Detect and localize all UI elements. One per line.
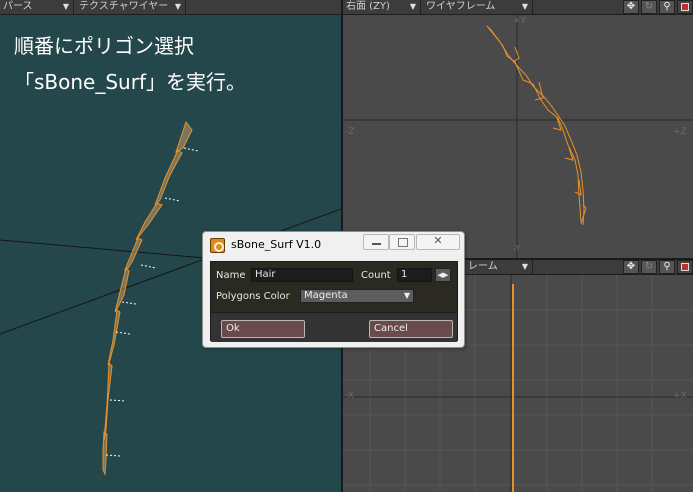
hair-wireframe <box>486 25 587 226</box>
viewport-icon-group: ✥ ↻ ⚲ <box>621 0 693 14</box>
close-button[interactable]: ✕ <box>416 234 460 250</box>
view-mode-label: 右面 (ZY) <box>346 1 390 12</box>
name-label: Name <box>216 270 246 281</box>
hair-strip-mesh <box>102 120 193 476</box>
view-mode-dropdown[interactable]: パース ▼ <box>0 0 74 14</box>
chevron-down-icon: ▼ <box>521 2 528 11</box>
chevron-down-icon: ▼ <box>409 2 416 11</box>
hair-polygon <box>107 309 121 366</box>
count-input[interactable]: 1 <box>397 268 432 282</box>
maximize-view-icon[interactable] <box>677 260 693 274</box>
hair-polygon <box>154 149 183 206</box>
viewport-toolbar: 右面 (ZY) ▼ ワイヤフレーム ▼ ✥ ↻ ⚲ <box>343 0 693 15</box>
polygons-color-select[interactable]: Magenta ▼ <box>300 289 414 303</box>
hair-polygon <box>123 237 143 272</box>
polygons-color-value: Magenta <box>304 290 348 301</box>
view-mode-dropdown[interactable]: 右面 (ZY) ▼ <box>343 0 421 14</box>
hair-polygon <box>114 267 130 313</box>
maximize-button[interactable] <box>389 234 415 250</box>
count-label: Count <box>361 270 391 281</box>
instruction-caption-line2: 「sBone_Surf」を実行。 <box>14 70 246 94</box>
view-mode-label: パース <box>3 1 33 12</box>
chevron-down-icon: ▼ <box>174 2 181 11</box>
dialog-titlebar[interactable]: sBone_Surf V1.0 ✕ <box>203 232 464 256</box>
cancel-button[interactable]: Cancel <box>369 320 453 338</box>
zoom-view-icon[interactable]: ⚲ <box>659 0 675 14</box>
right-ortho-viewport[interactable]: +Y -Z +Z -Y 右面 (ZY) ▼ ワイヤフレーム ▼ ✥ ↻ ⚲ <box>343 0 693 258</box>
count-stepper-icon[interactable]: ◀▶ <box>435 268 451 282</box>
viewport-toolbar: パース ▼ テクスチャワイヤー ▼ <box>0 0 341 15</box>
sbone-surf-dialog: sBone_Surf V1.0 ✕ Name Hair Count 1 ◀▶ P… <box>202 231 465 348</box>
chevron-down-icon: ▼ <box>521 262 528 271</box>
hair-polygon <box>135 202 163 241</box>
axis-label-right: +X <box>673 391 687 401</box>
right-ortho-canvas[interactable] <box>343 0 693 258</box>
instruction-caption-line1: 順番にポリゴン選択 <box>14 34 194 58</box>
dialog-button-row: Ok Cancel <box>211 312 457 342</box>
shading-mode-label: テクスチャワイヤー <box>79 1 169 12</box>
ok-button[interactable]: Ok <box>221 320 305 338</box>
maximize-view-icon[interactable] <box>677 0 693 14</box>
axis-label-top: +Y <box>513 16 527 26</box>
chevron-down-icon: ▼ <box>403 291 410 300</box>
viewport-icon-group: ✥ ↻ ⚲ <box>621 260 693 274</box>
chevron-down-icon: ▼ <box>62 2 69 11</box>
dialog-title: sBone_Surf V1.0 <box>231 238 322 251</box>
hair-polygon <box>102 431 108 476</box>
move-view-icon[interactable]: ✥ <box>623 0 639 14</box>
move-view-icon[interactable]: ✥ <box>623 260 639 274</box>
plugin-app-icon <box>210 238 225 253</box>
hair-polygon <box>175 120 193 154</box>
shading-mode-dropdown[interactable]: テクスチャワイヤー ▼ <box>76 0 186 14</box>
zoom-view-icon[interactable]: ⚲ <box>659 260 675 274</box>
minimize-button[interactable] <box>363 234 389 250</box>
dialog-body: Name Hair Count 1 ◀▶ Polygons Color Mage… <box>210 261 458 342</box>
shading-mode-label: ワイヤフレーム <box>426 1 496 12</box>
hair-polygon <box>103 361 113 441</box>
rotate-view-icon[interactable]: ↻ <box>641 260 657 274</box>
axis-label-right: +Z <box>673 127 687 137</box>
polygons-color-label: Polygons Color <box>216 291 290 302</box>
axis-label-bottom: -Y <box>513 244 521 254</box>
shading-mode-dropdown[interactable]: ワイヤフレーム ▼ <box>423 0 533 14</box>
close-icon: ✕ <box>433 234 443 247</box>
axis-label-left: -X <box>345 391 354 401</box>
rotate-view-icon[interactable]: ↻ <box>641 0 657 14</box>
axis-label-left: -Z <box>345 127 355 137</box>
name-input[interactable]: Hair <box>251 268 353 282</box>
dialog-fields: Name Hair Count 1 ◀▶ Polygons Color Mage… <box>211 262 457 312</box>
